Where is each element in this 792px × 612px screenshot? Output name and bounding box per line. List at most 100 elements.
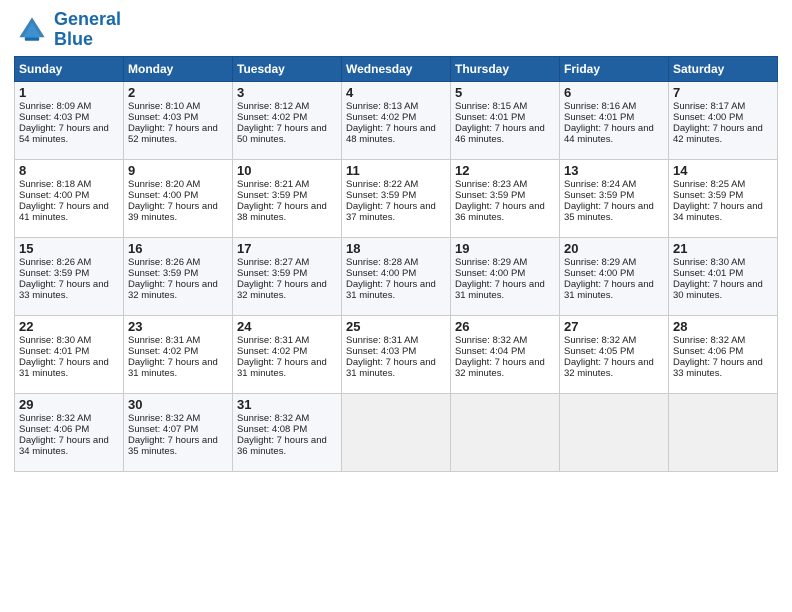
sunrise: Sunrise: 8:18 AM (19, 179, 119, 190)
sunset: Sunset: 4:00 PM (19, 190, 119, 201)
logo: General Blue (14, 10, 121, 50)
day-number: 18 (346, 241, 446, 256)
sunrise: Sunrise: 8:26 AM (128, 257, 228, 268)
day-number: 31 (237, 397, 337, 412)
daylight: Daylight: 7 hours and 37 minutes. (346, 201, 446, 223)
daylight: Daylight: 7 hours and 32 minutes. (237, 279, 337, 301)
sunrise: Sunrise: 8:29 AM (564, 257, 664, 268)
day-number: 3 (237, 85, 337, 100)
calendar-cell: 12Sunrise: 8:23 AMSunset: 3:59 PMDayligh… (451, 159, 560, 237)
sunset: Sunset: 4:06 PM (673, 346, 773, 357)
calendar-header-row: SundayMondayTuesdayWednesdayThursdayFrid… (15, 56, 778, 81)
daylight: Daylight: 7 hours and 31 minutes. (564, 279, 664, 301)
sunset: Sunset: 4:01 PM (19, 346, 119, 357)
calendar-cell: 1Sunrise: 8:09 AMSunset: 4:03 PMDaylight… (15, 81, 124, 159)
day-number: 25 (346, 319, 446, 334)
daylight: Daylight: 7 hours and 44 minutes. (564, 123, 664, 145)
calendar-cell: 29Sunrise: 8:32 AMSunset: 4:06 PMDayligh… (15, 393, 124, 471)
sunrise: Sunrise: 8:10 AM (128, 101, 228, 112)
sunrise: Sunrise: 8:28 AM (346, 257, 446, 268)
day-number: 5 (455, 85, 555, 100)
calendar-cell: 7Sunrise: 8:17 AMSunset: 4:00 PMDaylight… (669, 81, 778, 159)
sunrise: Sunrise: 8:17 AM (673, 101, 773, 112)
sunrise: Sunrise: 8:26 AM (19, 257, 119, 268)
daylight: Daylight: 7 hours and 31 minutes. (128, 357, 228, 379)
calendar-cell: 13Sunrise: 8:24 AMSunset: 3:59 PMDayligh… (560, 159, 669, 237)
sunrise: Sunrise: 8:20 AM (128, 179, 228, 190)
col-header-saturday: Saturday (669, 56, 778, 81)
calendar-cell: 10Sunrise: 8:21 AMSunset: 3:59 PMDayligh… (233, 159, 342, 237)
sunset: Sunset: 3:59 PM (673, 190, 773, 201)
sunrise: Sunrise: 8:16 AM (564, 101, 664, 112)
calendar-cell (560, 393, 669, 471)
day-number: 23 (128, 319, 228, 334)
calendar-cell: 22Sunrise: 8:30 AMSunset: 4:01 PMDayligh… (15, 315, 124, 393)
day-number: 6 (564, 85, 664, 100)
daylight: Daylight: 7 hours and 34 minutes. (673, 201, 773, 223)
calendar-cell: 25Sunrise: 8:31 AMSunset: 4:03 PMDayligh… (342, 315, 451, 393)
daylight: Daylight: 7 hours and 54 minutes. (19, 123, 119, 145)
daylight: Daylight: 7 hours and 52 minutes. (128, 123, 228, 145)
sunrise: Sunrise: 8:25 AM (673, 179, 773, 190)
sunrise: Sunrise: 8:13 AM (346, 101, 446, 112)
daylight: Daylight: 7 hours and 46 minutes. (455, 123, 555, 145)
sunset: Sunset: 4:05 PM (564, 346, 664, 357)
col-header-monday: Monday (124, 56, 233, 81)
daylight: Daylight: 7 hours and 38 minutes. (237, 201, 337, 223)
calendar-week-row: 22Sunrise: 8:30 AMSunset: 4:01 PMDayligh… (15, 315, 778, 393)
daylight: Daylight: 7 hours and 32 minutes. (128, 279, 228, 301)
col-header-sunday: Sunday (15, 56, 124, 81)
calendar-cell: 15Sunrise: 8:26 AMSunset: 3:59 PMDayligh… (15, 237, 124, 315)
daylight: Daylight: 7 hours and 50 minutes. (237, 123, 337, 145)
calendar-cell: 21Sunrise: 8:30 AMSunset: 4:01 PMDayligh… (669, 237, 778, 315)
sunset: Sunset: 4:03 PM (128, 112, 228, 123)
sunset: Sunset: 4:00 PM (673, 112, 773, 123)
calendar-cell: 20Sunrise: 8:29 AMSunset: 4:00 PMDayligh… (560, 237, 669, 315)
sunrise: Sunrise: 8:32 AM (564, 335, 664, 346)
sunrise: Sunrise: 8:24 AM (564, 179, 664, 190)
daylight: Daylight: 7 hours and 34 minutes. (19, 435, 119, 457)
sunrise: Sunrise: 8:09 AM (19, 101, 119, 112)
day-number: 9 (128, 163, 228, 178)
daylight: Daylight: 7 hours and 35 minutes. (564, 201, 664, 223)
sunrise: Sunrise: 8:29 AM (455, 257, 555, 268)
calendar-cell: 2Sunrise: 8:10 AMSunset: 4:03 PMDaylight… (124, 81, 233, 159)
daylight: Daylight: 7 hours and 31 minutes. (455, 279, 555, 301)
day-number: 26 (455, 319, 555, 334)
sunrise: Sunrise: 8:32 AM (455, 335, 555, 346)
day-number: 13 (564, 163, 664, 178)
sunrise: Sunrise: 8:30 AM (19, 335, 119, 346)
sunset: Sunset: 4:00 PM (564, 268, 664, 279)
calendar-cell: 11Sunrise: 8:22 AMSunset: 3:59 PMDayligh… (342, 159, 451, 237)
daylight: Daylight: 7 hours and 35 minutes. (128, 435, 228, 457)
daylight: Daylight: 7 hours and 31 minutes. (237, 357, 337, 379)
sunrise: Sunrise: 8:12 AM (237, 101, 337, 112)
calendar-cell: 9Sunrise: 8:20 AMSunset: 4:00 PMDaylight… (124, 159, 233, 237)
calendar-week-row: 29Sunrise: 8:32 AMSunset: 4:06 PMDayligh… (15, 393, 778, 471)
sunset: Sunset: 4:01 PM (455, 112, 555, 123)
daylight: Daylight: 7 hours and 32 minutes. (564, 357, 664, 379)
daylight: Daylight: 7 hours and 31 minutes. (346, 357, 446, 379)
sunset: Sunset: 4:06 PM (19, 424, 119, 435)
sunrise: Sunrise: 8:31 AM (128, 335, 228, 346)
day-number: 20 (564, 241, 664, 256)
calendar-cell: 6Sunrise: 8:16 AMSunset: 4:01 PMDaylight… (560, 81, 669, 159)
day-number: 30 (128, 397, 228, 412)
day-number: 17 (237, 241, 337, 256)
sunset: Sunset: 4:01 PM (673, 268, 773, 279)
calendar-cell: 28Sunrise: 8:32 AMSunset: 4:06 PMDayligh… (669, 315, 778, 393)
calendar-week-row: 1Sunrise: 8:09 AMSunset: 4:03 PMDaylight… (15, 81, 778, 159)
day-number: 8 (19, 163, 119, 178)
calendar-cell: 4Sunrise: 8:13 AMSunset: 4:02 PMDaylight… (342, 81, 451, 159)
day-number: 28 (673, 319, 773, 334)
sunset: Sunset: 3:59 PM (128, 268, 228, 279)
sunset: Sunset: 4:02 PM (237, 112, 337, 123)
calendar-week-row: 15Sunrise: 8:26 AMSunset: 3:59 PMDayligh… (15, 237, 778, 315)
daylight: Daylight: 7 hours and 36 minutes. (237, 435, 337, 457)
sunset: Sunset: 4:01 PM (564, 112, 664, 123)
sunset: Sunset: 4:00 PM (346, 268, 446, 279)
calendar-cell (669, 393, 778, 471)
daylight: Daylight: 7 hours and 33 minutes. (673, 357, 773, 379)
sunrise: Sunrise: 8:21 AM (237, 179, 337, 190)
sunrise: Sunrise: 8:32 AM (128, 413, 228, 424)
